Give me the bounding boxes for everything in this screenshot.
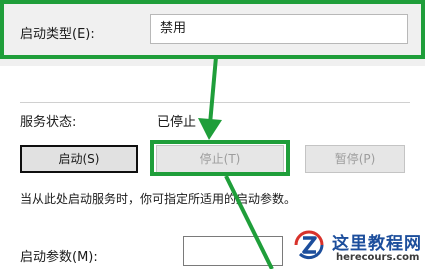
watermark-title: 这里教程网 <box>332 234 422 254</box>
start-params-hint: 当从此处启动服务时，你可指定所适用的启动参数。 <box>20 192 297 206</box>
startup-type-label: 启动类型(E): <box>20 27 95 42</box>
watermark: 这里教程网 herecours.com <box>284 225 425 269</box>
start-params-input[interactable] <box>183 236 283 266</box>
start-params-label: 启动参数(M): <box>20 250 98 265</box>
arrow-down-icon <box>198 56 222 140</box>
startup-type-select[interactable]: 禁用 <box>150 14 408 44</box>
stop-button[interactable]: 停止(T) <box>156 145 284 173</box>
watermark-domain: herecours.com <box>336 252 420 263</box>
site-logo-icon <box>294 230 324 260</box>
service-status-label: 服务状态: <box>20 115 77 130</box>
start-button[interactable]: 启动(S) <box>20 145 138 173</box>
service-status-value: 已停止 <box>157 115 197 130</box>
pause-button[interactable]: 暂停(P) <box>305 145 405 173</box>
startup-type-section: 启动类型(E): 禁用 <box>0 0 425 66</box>
divider <box>20 102 410 103</box>
